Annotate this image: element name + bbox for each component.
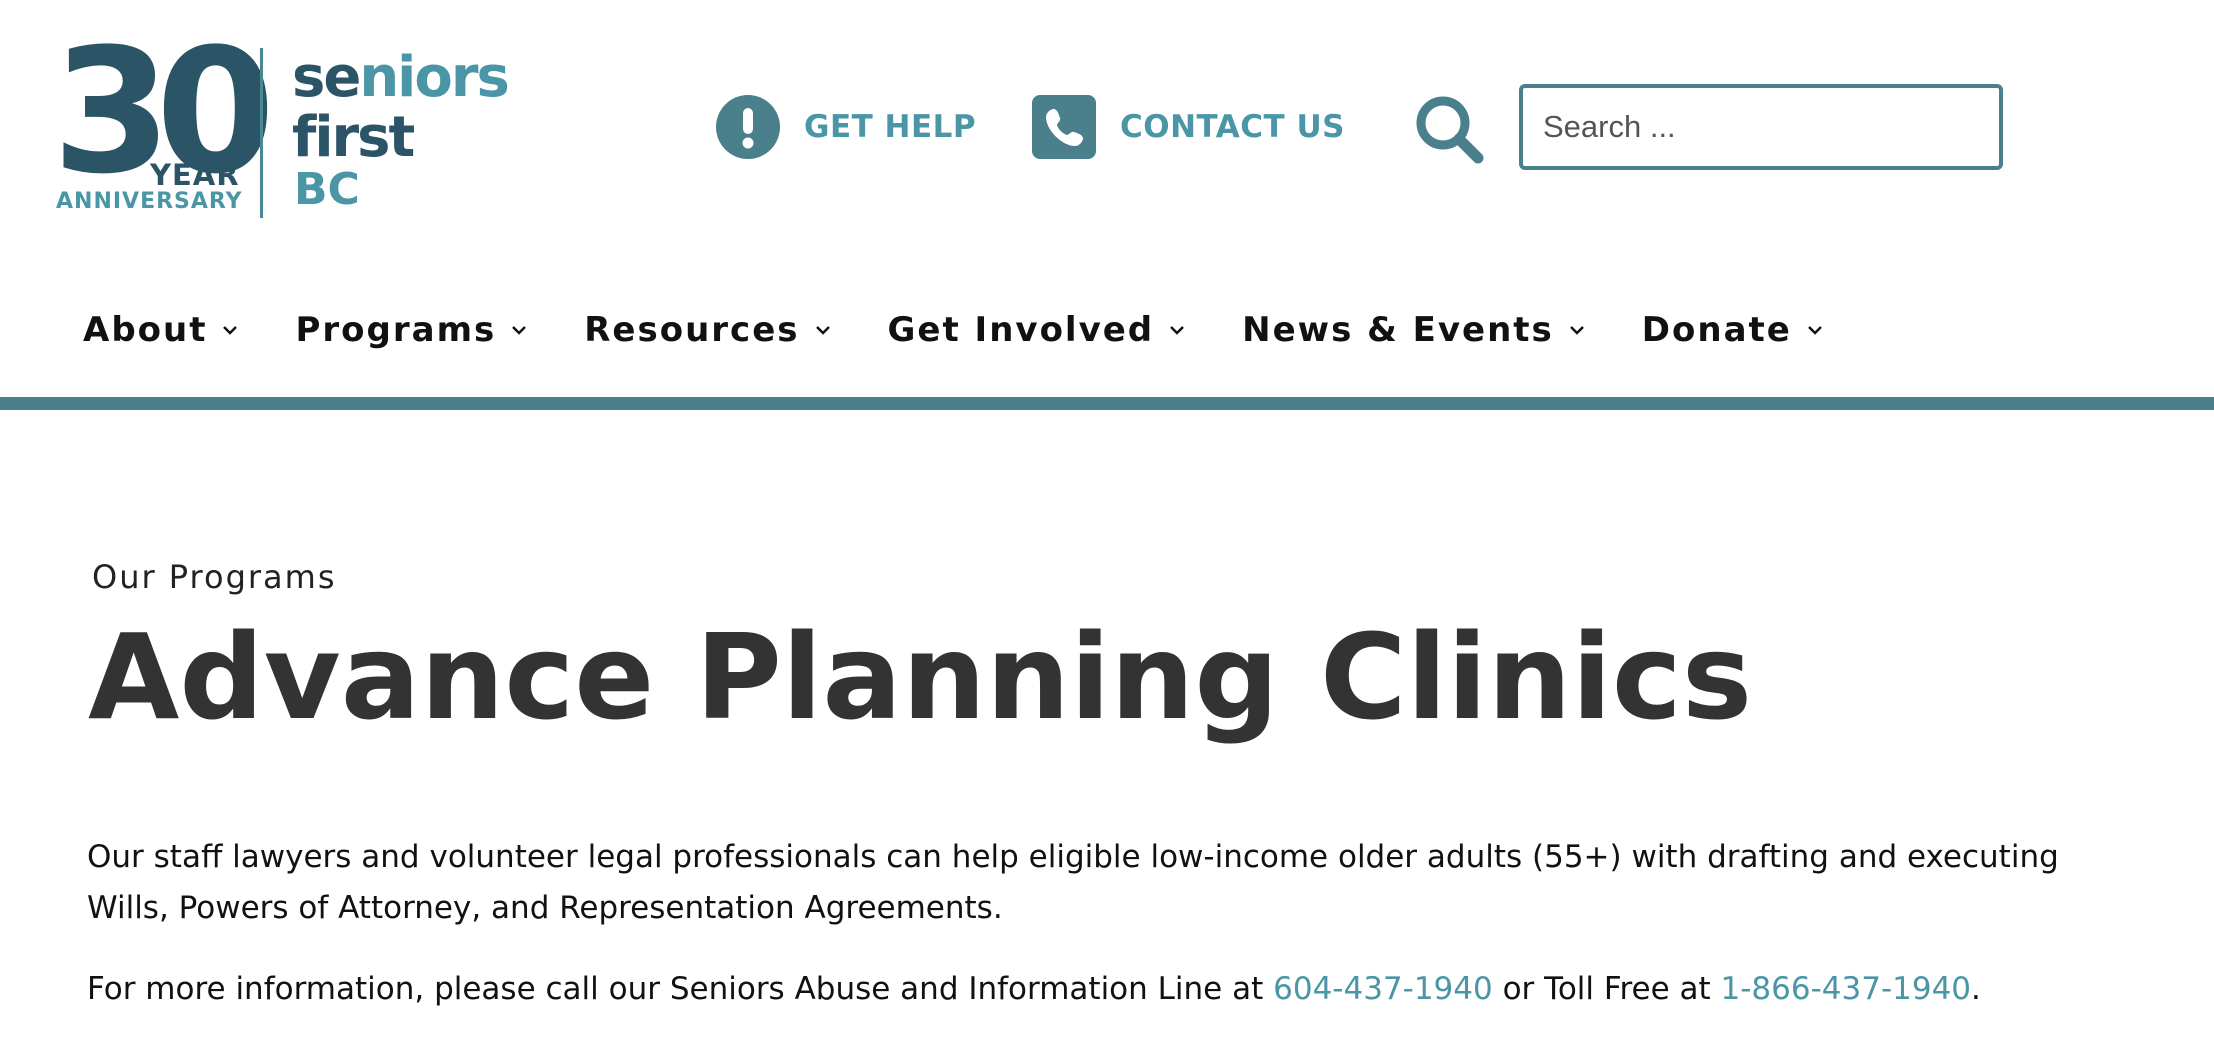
- nav-item-resources[interactable]: Resources: [584, 310, 831, 350]
- contact-text-suffix: .: [1971, 971, 1981, 1007]
- contact-text-middle: or Toll Free at: [1492, 971, 1721, 1007]
- nav-item-get-involved[interactable]: Get Involved: [888, 310, 1187, 350]
- chevron-down-icon: [1170, 326, 1185, 335]
- chevron-down-icon: [1569, 326, 1584, 335]
- nav-item-programs[interactable]: Programs: [295, 310, 528, 350]
- logo-seniors-b: niors: [359, 45, 509, 110]
- logo-first: first: [292, 105, 415, 170]
- nav-item-label: Donate: [1641, 310, 1792, 350]
- chevron-down-icon: [223, 326, 238, 335]
- page-eyebrow: Our Programs: [92, 558, 337, 596]
- intro-paragraph: Our staff lawyers and volunteer legal pr…: [87, 839, 2059, 926]
- phone-link-tollfree[interactable]: 1-866-437-1940: [1721, 971, 1972, 1007]
- nav-item-about[interactable]: About: [83, 310, 239, 350]
- search-icon[interactable]: [1412, 92, 1488, 168]
- logo-bc: BC: [294, 164, 360, 215]
- nav-item-news-events[interactable]: News & Events: [1242, 310, 1586, 350]
- nav-item-label: Get Involved: [887, 310, 1155, 350]
- logo-anniversary: ANNIVERSARY: [56, 189, 243, 214]
- exclamation-circle-icon: [716, 95, 780, 159]
- nav-item-label: Resources: [584, 310, 800, 350]
- get-help-label: GET HELP: [804, 109, 977, 145]
- logo-divider: [260, 48, 263, 218]
- search-input[interactable]: [1519, 84, 2003, 170]
- chevron-down-icon: [815, 326, 830, 335]
- logo-seniors-a: se: [292, 45, 361, 110]
- contact-text-prefix: For more information, please call our Se…: [87, 971, 1274, 1007]
- logo-seniors: seniors: [292, 50, 510, 106]
- phone-link-local[interactable]: 604-437-1940: [1273, 971, 1493, 1007]
- nav-item-label: Programs: [295, 310, 497, 350]
- contact-us-label: CONTACT US: [1120, 109, 1345, 145]
- chevron-down-icon: [512, 326, 527, 335]
- phone-icon: [1032, 95, 1096, 159]
- get-help-link[interactable]: GET HELP: [716, 95, 976, 159]
- main-nav: About Programs Resources Get Involved Ne…: [83, 300, 1880, 360]
- nav-item-label: About: [83, 310, 208, 350]
- page-title: Advance Planning Clinics: [88, 608, 1753, 746]
- nav-divider: [0, 397, 2214, 410]
- nav-item-label: News & Events: [1242, 310, 1554, 350]
- chevron-down-icon: [1807, 326, 1822, 335]
- logo-year: YEAR: [150, 158, 240, 192]
- nav-item-donate[interactable]: Donate: [1642, 310, 1824, 350]
- contact-us-link[interactable]: CONTACT US: [1032, 95, 1345, 159]
- contact-paragraph: For more information, please call our Se…: [87, 964, 2147, 1015]
- site-logo[interactable]: 30 YEAR ANNIVERSARY seniors first BC: [52, 26, 510, 226]
- site-header: 30 YEAR ANNIVERSARY seniors first BC GET…: [0, 0, 2214, 410]
